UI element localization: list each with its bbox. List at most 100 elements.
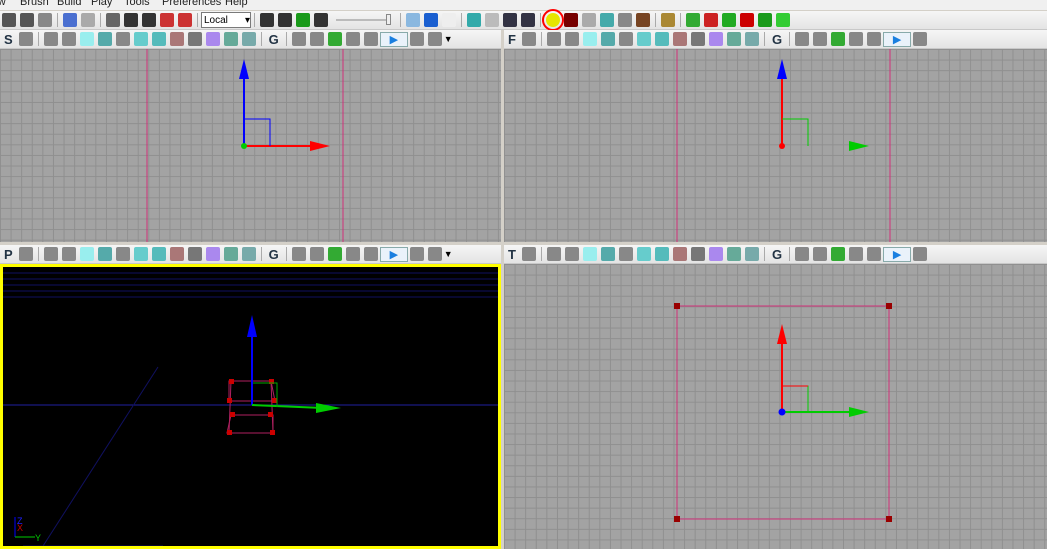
lightmap-density-icon[interactable] <box>708 247 723 261</box>
slider-thumb[interactable] <box>386 14 391 25</box>
scale-icon[interactable] <box>160 13 174 27</box>
wireframe-icon[interactable] <box>43 32 58 46</box>
brush-wire-icon[interactable] <box>61 247 76 261</box>
translate-icon[interactable] <box>124 13 138 27</box>
maximize-icon[interactable] <box>363 32 378 46</box>
play-in-editor-icon[interactable] <box>776 13 790 27</box>
lighting-only-icon[interactable] <box>636 247 651 261</box>
menu-tools[interactable]: Tools <box>124 0 150 8</box>
viewport-front[interactable] <box>504 49 1047 242</box>
lock-to-actor-icon[interactable] <box>18 32 33 46</box>
generic-browser-icon[interactable] <box>424 13 438 27</box>
restore-icon[interactable] <box>409 32 424 46</box>
wireframe-icon[interactable] <box>546 247 561 261</box>
detail-lighting-icon[interactable] <box>618 32 633 46</box>
texture-density-icon[interactable] <box>169 247 184 261</box>
actor-lock-icon[interactable] <box>831 32 846 46</box>
unlit-icon[interactable] <box>582 247 597 261</box>
star-icon[interactable] <box>442 13 456 27</box>
light-complexity-icon[interactable] <box>654 32 669 46</box>
transform-gizmo[interactable] <box>239 59 330 151</box>
dropdown-arrow-icon[interactable]: ▼ <box>444 249 453 259</box>
game-view-toggle[interactable]: G <box>269 247 279 262</box>
reflection-icon[interactable] <box>241 32 256 46</box>
detail-lighting-icon[interactable] <box>618 247 633 261</box>
select-icon[interactable] <box>106 13 120 27</box>
viewport-top[interactable] <box>504 264 1047 549</box>
scale-nonuniform-icon[interactable] <box>178 13 192 27</box>
lit-icon[interactable] <box>97 32 112 46</box>
game-view-toggle[interactable]: G <box>772 32 782 47</box>
paths-icon[interactable] <box>600 13 614 27</box>
game-view-toggle[interactable]: G <box>269 32 279 47</box>
detail-lighting-icon[interactable] <box>115 247 130 261</box>
camera-speed-slider[interactable] <box>336 14 391 25</box>
restore-icon[interactable] <box>913 32 928 46</box>
lock-icon[interactable] <box>795 32 810 46</box>
shader-complexity-icon[interactable] <box>690 247 705 261</box>
light-icon[interactable] <box>485 13 499 27</box>
actor-lock-icon[interactable] <box>327 247 342 261</box>
viewport-splitter-vertical[interactable] <box>501 30 504 549</box>
find-icon[interactable] <box>260 13 274 27</box>
viewport-type-side[interactable]: S <box>4 32 13 47</box>
lock-icon[interactable] <box>291 32 306 46</box>
cover-icon[interactable] <box>636 13 650 27</box>
lighting-icon[interactable] <box>582 13 596 27</box>
k-icon[interactable] <box>296 13 310 27</box>
kismet-icon[interactable] <box>278 13 292 27</box>
save-all-icon[interactable] <box>20 13 34 27</box>
lock-icon[interactable] <box>291 247 306 261</box>
window-icon[interactable] <box>427 32 442 46</box>
detail-lighting-icon[interactable] <box>115 32 130 46</box>
realtime-icon[interactable] <box>849 247 864 261</box>
shader-complexity-icon[interactable] <box>187 32 202 46</box>
menu-brush[interactable]: Brush <box>20 0 49 8</box>
realtime-icon[interactable] <box>345 32 360 46</box>
lightmap-density-icon[interactable] <box>205 247 220 261</box>
build-highlighted-icon[interactable] <box>542 9 564 31</box>
texture-density-icon[interactable] <box>672 32 687 46</box>
lit-icon[interactable] <box>600 247 615 261</box>
play-in-viewport-button[interactable]: ▶ <box>379 31 408 47</box>
reflection-icon[interactable] <box>241 247 256 261</box>
realtime-icon[interactable] <box>849 32 864 46</box>
lighting-only-icon[interactable] <box>636 32 651 46</box>
save-icon[interactable] <box>2 13 16 27</box>
texture-density-icon[interactable] <box>169 32 184 46</box>
play-in-viewport-button[interactable]: ▶ <box>883 246 912 262</box>
mobile-icon[interactable] <box>722 13 736 27</box>
shield-icon[interactable] <box>467 13 481 27</box>
transform-gizmo[interactable] <box>777 324 869 417</box>
viewport-side[interactable] <box>0 49 501 242</box>
undo-icon[interactable] <box>63 13 77 27</box>
unlit-icon[interactable] <box>79 247 94 261</box>
realtime-icon[interactable] <box>345 247 360 261</box>
menu-preferences[interactable]: Preferences <box>162 0 221 8</box>
lock-to-actor-icon[interactable] <box>521 32 536 46</box>
pc-icon[interactable] <box>740 13 754 27</box>
light-map-icon[interactable] <box>726 32 741 46</box>
lighting-only-icon[interactable] <box>133 247 148 261</box>
path-icon[interactable] <box>503 13 517 27</box>
light-map-icon[interactable] <box>223 247 238 261</box>
content-browser-icon[interactable] <box>406 13 420 27</box>
light-map-icon[interactable] <box>223 32 238 46</box>
eye-icon[interactable] <box>813 32 828 46</box>
unlit-icon[interactable] <box>582 32 597 46</box>
lighting-only-icon[interactable] <box>133 32 148 46</box>
menu-help[interactable]: Help <box>225 0 248 8</box>
light-complexity-icon[interactable] <box>654 247 669 261</box>
viewport-type-perspective[interactable]: P <box>4 247 13 262</box>
wireframe-icon[interactable] <box>546 32 561 46</box>
redo-icon[interactable] <box>81 13 95 27</box>
kismet-record-icon[interactable] <box>758 13 772 27</box>
dropdown-arrow-icon[interactable]: ▼ <box>444 34 453 44</box>
eye-icon[interactable] <box>309 32 324 46</box>
clapper-icon[interactable] <box>314 13 328 27</box>
actor-lock-icon[interactable] <box>831 247 846 261</box>
actor-lock-icon[interactable] <box>327 32 342 46</box>
geometry-icon[interactable] <box>618 13 632 27</box>
light-complexity-icon[interactable] <box>151 32 166 46</box>
menu-view[interactable]: View <box>0 0 6 8</box>
